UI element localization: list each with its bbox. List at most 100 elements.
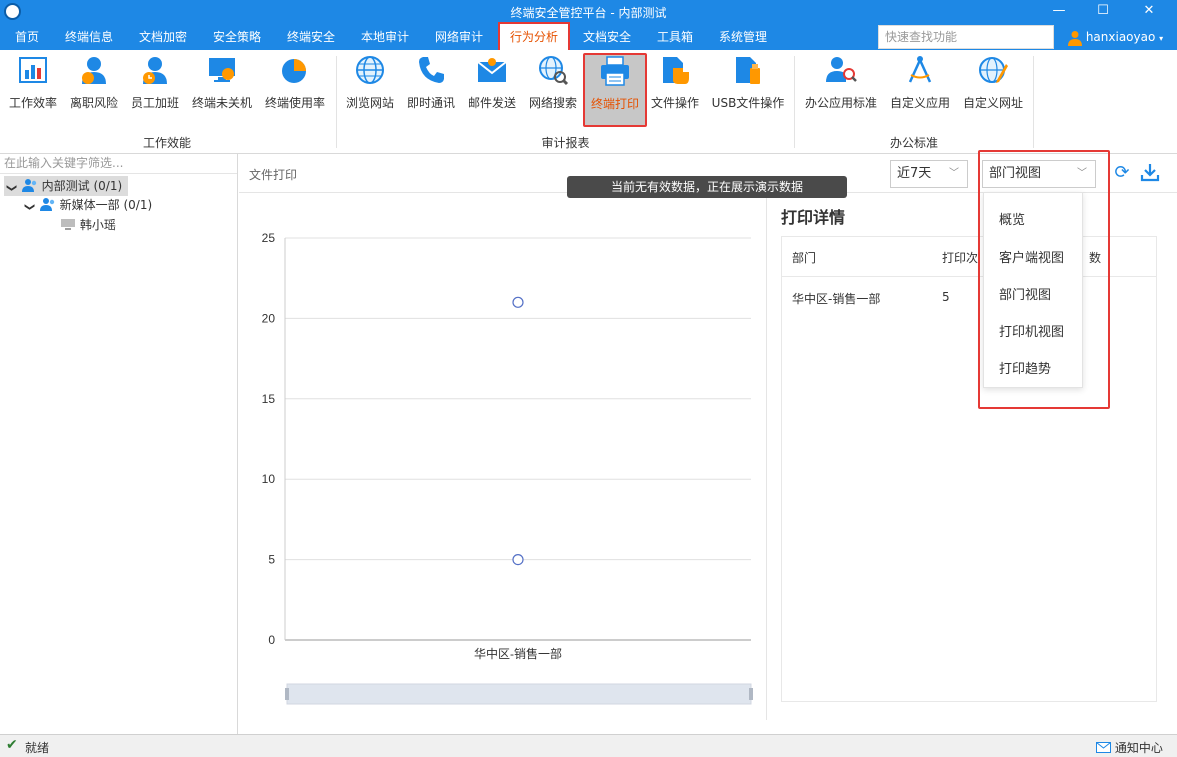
minimize-button[interactable]: — bbox=[1036, 0, 1082, 24]
page-title: 文件打印 bbox=[249, 168, 298, 182]
group-label-efficiency: 工作效能 bbox=[142, 136, 191, 150]
user-search-icon bbox=[826, 57, 857, 82]
date-range-select[interactable]: 近7天 ﹀ bbox=[890, 160, 968, 188]
menu-home[interactable]: 首页 bbox=[6, 24, 48, 50]
y-tick-label: 0 bbox=[268, 633, 275, 647]
user-icon bbox=[1068, 30, 1082, 46]
chevron-down-icon[interactable]: ❯ bbox=[19, 200, 39, 214]
menu-doc-security[interactable]: 文档安全 bbox=[576, 24, 638, 50]
ribbon-label: USB文件操作 bbox=[711, 96, 785, 110]
ribbon-usb-file[interactable]: USB文件操作 bbox=[708, 54, 788, 114]
view-option-trend[interactable]: 打印趋势 bbox=[999, 358, 1051, 377]
view-option-printer[interactable]: 打印机视图 bbox=[999, 321, 1064, 340]
ribbon-label: 邮件发送 bbox=[467, 96, 516, 110]
ribbon-file-operation[interactable]: 文件操作 bbox=[648, 54, 702, 114]
group-label-audit: 审计报表 bbox=[541, 136, 590, 150]
menu-terminal-info[interactable]: 终端信息 bbox=[58, 24, 120, 50]
demo-data-toast: 当前无有效数据，正在展示演示数据 bbox=[567, 176, 847, 198]
globe-icon bbox=[356, 56, 384, 84]
download-glyph bbox=[1140, 164, 1160, 182]
ribbon-email[interactable]: 邮件发送 bbox=[464, 54, 520, 114]
ribbon-divider bbox=[336, 56, 337, 148]
view-select[interactable]: 部门视图 ﹀ bbox=[982, 160, 1096, 188]
ribbon-not-shutdown[interactable]: 终端未关机 bbox=[188, 54, 256, 114]
table-cell-dept: 华中区-销售一部 bbox=[792, 292, 881, 306]
monitor-power-icon bbox=[209, 58, 235, 82]
window-title: 终端安全管控平台 - 内部测试 bbox=[510, 6, 667, 20]
view-option-dept[interactable]: 部门视图 bbox=[999, 284, 1051, 303]
ribbon-custom-app[interactable]: 自定义应用 bbox=[886, 54, 954, 114]
ribbon-label: 浏览网站 bbox=[345, 96, 394, 110]
chevron-down-icon: ▾ bbox=[1159, 34, 1164, 43]
notify-label: 通知中心 bbox=[1114, 741, 1163, 755]
ribbon-terminal-print[interactable]: 终端打印 bbox=[583, 53, 647, 127]
zoom-slider-track bbox=[286, 683, 752, 705]
ribbon-overtime[interactable]: 员工加班 bbox=[127, 54, 183, 114]
check-icon: ✔ bbox=[6, 737, 18, 753]
org-tree-panel: 在此输入关键字筛选... ❯ 内部测试 (0/1) ❯ 新媒体一部 (0/1) … bbox=[0, 154, 238, 734]
ribbon-label: 文件操作 bbox=[650, 96, 699, 110]
ribbon-label: 网络搜索 bbox=[528, 96, 577, 110]
tree-node-dept[interactable]: ❯ 新媒体一部 (0/1) bbox=[22, 195, 152, 215]
main-content: 文件打印 近7天 ﹀ 部门视图 ﹀ ⟳ 0 5 10 15 20 25 华中区-销售一部 打… bbox=[239, 150, 1177, 734]
printer-icon bbox=[601, 56, 629, 86]
ribbon-work-efficiency[interactable]: 工作效率 bbox=[4, 54, 62, 114]
y-tick-label: 20 bbox=[262, 311, 276, 325]
y-tick-label: 10 bbox=[262, 472, 276, 486]
download-icon[interactable] bbox=[1139, 162, 1161, 184]
scatter-chart: 0 5 10 15 20 25 华中区-销售一部 bbox=[262, 231, 753, 705]
print-detail-panel: 打印详情 部门 打印次 数 华中区-销售一部 5 bbox=[781, 194, 1171, 704]
tree-node-root[interactable]: ❯ 内部测试 (0/1) bbox=[4, 176, 128, 196]
data-point bbox=[512, 296, 524, 308]
detail-table: 部门 打印次 数 华中区-销售一部 5 bbox=[781, 236, 1157, 702]
ribbon-label: 办公应用标准 bbox=[804, 96, 877, 110]
status-bar: ✔ 就绪 通知中心 bbox=[0, 734, 1177, 757]
menu-security-policy[interactable]: 安全策略 bbox=[206, 24, 268, 50]
ribbon-usage-rate[interactable]: 终端使用率 bbox=[262, 54, 328, 114]
ribbon-label: 自定义应用 bbox=[889, 96, 950, 110]
table-cell-count: 5 bbox=[942, 290, 950, 304]
user-name: hanxiaoyao bbox=[1085, 30, 1156, 44]
chevron-down-icon[interactable]: ❯ bbox=[1, 181, 21, 195]
quick-search-input[interactable]: 快速查找功能 bbox=[878, 25, 1054, 49]
menu-system-mgmt[interactable]: 系统管理 bbox=[710, 24, 776, 50]
ribbon-label: 即时通讯 bbox=[406, 96, 455, 110]
menu-terminal-security[interactable]: 终端安全 bbox=[280, 24, 342, 50]
menu-local-audit[interactable]: 本地审计 bbox=[354, 24, 416, 50]
globe-edit-icon bbox=[979, 57, 1008, 83]
group-icon bbox=[39, 198, 55, 211]
ribbon-custom-url[interactable]: 自定义网址 bbox=[958, 54, 1028, 114]
menu-network-audit[interactable]: 网络审计 bbox=[428, 24, 490, 50]
tree-filter-input[interactable]: 在此输入关键字筛选... bbox=[0, 154, 237, 174]
tree-node-label: 韩小瑶 bbox=[79, 218, 116, 232]
ribbon-web-search[interactable]: 网络搜索 bbox=[525, 54, 581, 114]
ribbon-label: 终端打印 bbox=[590, 97, 639, 111]
menu-doc-encrypt[interactable]: 文档加密 bbox=[132, 24, 194, 50]
ribbon-divider bbox=[794, 56, 795, 148]
ribbon-browse-web[interactable]: 浏览网站 bbox=[342, 54, 398, 114]
close-button[interactable]: ✕ bbox=[1126, 0, 1172, 24]
y-tick-label: 25 bbox=[262, 231, 276, 245]
ribbon-toolbar: 工作效率 离职风险 员工加班 终端未关机 终端使用率 工作效能 浏览网站 即时通… bbox=[0, 50, 1177, 154]
notification-center[interactable]: 通知中心 bbox=[1096, 739, 1163, 756]
menu-toolbox[interactable]: 工具箱 bbox=[650, 24, 700, 50]
refresh-icon[interactable]: ⟳ bbox=[1111, 162, 1133, 184]
user-menu[interactable]: hanxiaoyao ▾ bbox=[1068, 24, 1163, 50]
menu-behavior-analysis[interactable]: 行为分析 bbox=[498, 22, 570, 52]
globe-search-icon bbox=[539, 56, 569, 86]
chart-area: 0 5 10 15 20 25 华中区-销售一部 bbox=[241, 194, 767, 720]
maximize-button[interactable]: ☐ bbox=[1080, 0, 1126, 24]
ribbon-im[interactable]: 即时通讯 bbox=[403, 54, 459, 114]
view-dropdown-menu: 概览 客户端视图 部门视图 打印机视图 打印趋势 bbox=[983, 192, 1083, 388]
ribbon-office-app-standard[interactable]: 办公应用标准 bbox=[800, 54, 882, 114]
view-option-client[interactable]: 客户端视图 bbox=[999, 247, 1064, 266]
zoom-handle-left bbox=[285, 688, 289, 700]
date-range-value: 近7天 bbox=[897, 166, 932, 181]
tree-node-label: 内部测试 (0/1) bbox=[41, 179, 123, 193]
chevron-down-icon: ﹀ bbox=[1077, 168, 1087, 179]
ribbon-resign-risk[interactable]: 离职风险 bbox=[66, 54, 122, 114]
y-tick-label: 15 bbox=[262, 392, 276, 406]
group-label-office-standard: 办公标准 bbox=[889, 136, 938, 150]
view-option-overview[interactable]: 概览 bbox=[999, 209, 1025, 228]
tree-node-user[interactable]: 韩小瑶 bbox=[60, 215, 116, 235]
